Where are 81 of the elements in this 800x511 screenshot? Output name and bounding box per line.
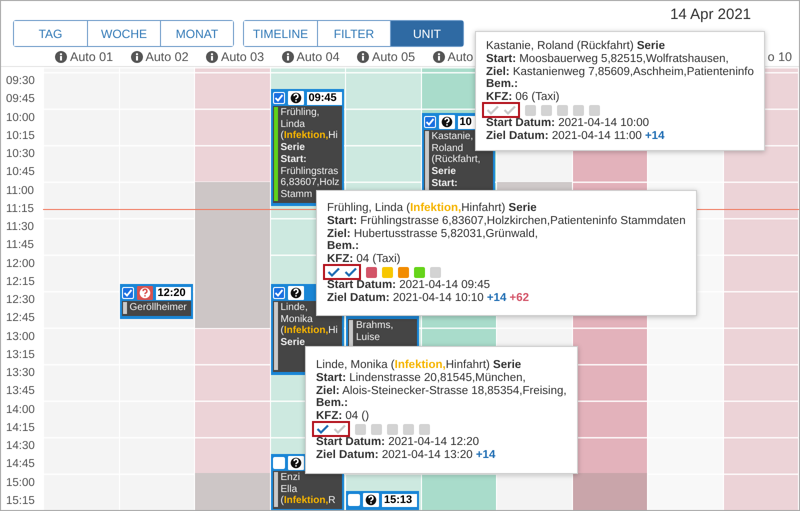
event-text: Linda bbox=[280, 118, 306, 130]
popup-field: Start: Frühlingstrasse 6,83607,Holzkirchen,Patienteninfo Stammdaten bbox=[327, 214, 686, 228]
event-text: Kastanie, bbox=[432, 131, 474, 143]
event-text: Monika bbox=[280, 314, 314, 326]
time-label: 10:45 bbox=[5, 165, 36, 180]
time-label: 12:00 bbox=[5, 256, 36, 272]
popup-date: Start Datum: 2021-04-14 12:20 bbox=[316, 436, 480, 449]
popup-field: Bem.: bbox=[327, 240, 686, 254]
checkbox[interactable] bbox=[272, 457, 284, 469]
checkbox[interactable] bbox=[424, 116, 436, 128]
column-label: Auto 05 bbox=[372, 50, 416, 64]
event-text: Serie bbox=[280, 142, 306, 154]
event-text: Start: bbox=[280, 154, 308, 166]
column-label: Auto 03 bbox=[221, 50, 264, 64]
column-label: Auto 02 bbox=[146, 50, 189, 64]
event-card[interactable]: 12:20 Geröllheimer bbox=[120, 284, 192, 319]
event-text: (Infektion,Hi bbox=[280, 325, 338, 338]
time-label: 11:45 bbox=[5, 238, 35, 254]
checkbox[interactable] bbox=[272, 287, 284, 299]
column-label: Auto 01 bbox=[70, 50, 114, 64]
time-label: 13:30 bbox=[5, 366, 36, 381]
time-label: 13:15 bbox=[5, 348, 36, 363]
time-label: 11:15 bbox=[5, 202, 35, 217]
time-label: 10:30 bbox=[5, 147, 36, 162]
event-text: Serie bbox=[280, 337, 306, 349]
time-label: 12:15 bbox=[5, 274, 36, 290]
time-label: 09:45 bbox=[5, 92, 36, 108]
view-button[interactable]: MONAT bbox=[160, 21, 233, 46]
checkbox[interactable] bbox=[122, 287, 134, 299]
time-label: 13:00 bbox=[5, 330, 36, 344]
popup-field: Start: Moosbauerweg 5,82515,Wolfratshausen, bbox=[486, 52, 754, 66]
mode-button[interactable]: UNIT bbox=[390, 21, 463, 46]
event-text: Ella bbox=[280, 484, 298, 496]
time-label: 12:45 bbox=[5, 311, 36, 326]
time-label: 12:30 bbox=[5, 293, 36, 308]
popup-field: KFZ: 04 (Taxi) bbox=[327, 253, 686, 266]
event-text: Linde, bbox=[280, 302, 309, 314]
start-time: 15:13 bbox=[382, 494, 417, 506]
time-label: 10:00 bbox=[5, 110, 36, 126]
start-time: 09:45 bbox=[306, 92, 342, 104]
time-label: 14:45 bbox=[5, 457, 36, 472]
time-label: 14:00 bbox=[5, 402, 36, 418]
column-label: Auto 04 bbox=[296, 50, 340, 64]
start-time: 12:20 bbox=[156, 286, 190, 300]
popup-field: KFZ: 04 () bbox=[316, 410, 567, 423]
column-label: o 10 bbox=[768, 50, 792, 64]
event-text: 6,83607,Holz bbox=[280, 177, 340, 189]
event-text: (Rückfahrt, bbox=[432, 154, 480, 166]
event-text: Brahms, bbox=[356, 320, 394, 332]
popup-field: Bem.: bbox=[486, 78, 754, 92]
time-label: 11:30 bbox=[5, 220, 35, 235]
time-label: 10:15 bbox=[5, 128, 36, 144]
event-text: (Infektion,R bbox=[280, 495, 336, 508]
column-label: Auto bbox=[448, 50, 474, 64]
time-label: 14:30 bbox=[5, 439, 36, 454]
time-label: 15:00 bbox=[5, 476, 36, 490]
popup-field: Ziel: Kastanienweg 7,85609,Aschheim,Patienteninfo bbox=[486, 66, 754, 78]
event-text: Serie bbox=[432, 166, 457, 178]
event-text: Roland bbox=[432, 142, 464, 154]
time-label: 15:15 bbox=[5, 494, 36, 509]
checkbox[interactable] bbox=[348, 494, 360, 506]
time-label: 14:15 bbox=[5, 420, 36, 436]
time-label: 11:00 bbox=[5, 184, 35, 198]
event-card[interactable]: 15:13 bbox=[346, 491, 419, 510]
event-text: Luise bbox=[356, 332, 381, 344]
event-text: Geröllheimer bbox=[130, 302, 187, 314]
event-text: Frühling, bbox=[280, 107, 320, 119]
popup-title: Kastanie, Roland (Rückfahrt) Serie bbox=[486, 40, 666, 53]
time-label: 09:30 bbox=[5, 74, 36, 89]
event-text: Frühlingstras bbox=[280, 166, 340, 178]
event-text: Enzi bbox=[280, 472, 301, 484]
event-text: Stamm bbox=[280, 188, 314, 201]
time-label: 13:45 bbox=[5, 384, 36, 400]
popup-field: KFZ: 06 (Taxi) bbox=[486, 91, 754, 104]
checkbox[interactable] bbox=[272, 92, 284, 104]
event-text: (Infektion,Hi bbox=[280, 130, 339, 142]
popup-field: Bem.: bbox=[316, 397, 567, 410]
date-label: 14 Apr 2021 bbox=[670, 6, 751, 23]
popup-field: Ziel: Alois-Steinecker-Strasse 18,85354,Freising, bbox=[316, 384, 567, 398]
event-text: Start: bbox=[432, 178, 459, 190]
popup-field: Ziel: Hubertusstrasse 5,82031,Grünwald, bbox=[327, 228, 686, 240]
